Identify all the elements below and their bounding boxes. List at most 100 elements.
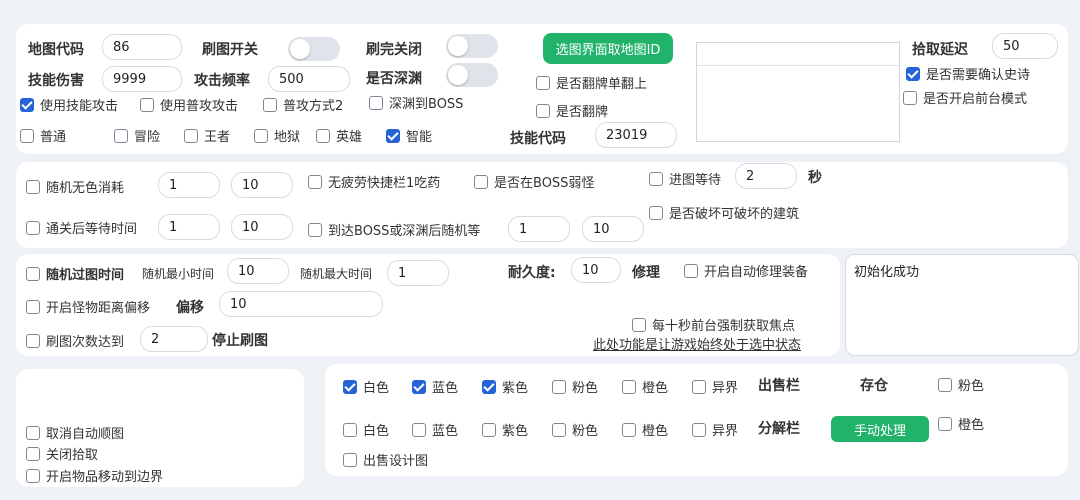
- difficulty-adventure-text: 冒险: [134, 130, 161, 145]
- use-skill-attack-checkbox[interactable]: 使用技能攻击: [20, 95, 118, 114]
- enter-wait-checkbox[interactable]: 进图等待: [649, 169, 721, 188]
- reach-boss-wait-max-input[interactable]: 10: [582, 216, 644, 242]
- close-pickup-checkbox[interactable]: 关闭拾取: [26, 444, 98, 463]
- dismantle-orange-checkbox[interactable]: 橙色: [622, 420, 668, 439]
- dismantle-pink-text: 粉色: [572, 424, 599, 439]
- auto-repair-checkbox[interactable]: 开启自动修理装备: [684, 261, 808, 280]
- close-after-toggle[interactable]: [446, 34, 498, 58]
- difficulty-king-checkbox[interactable]: 王者: [184, 126, 230, 145]
- boss-weak-checkbox[interactable]: 是否在BOSS弱怪: [474, 172, 594, 191]
- reach-boss-wait-min-input[interactable]: 1: [508, 216, 570, 242]
- clear-wait-min-input[interactable]: 1: [158, 214, 220, 240]
- random-pass-time-checkbox[interactable]: 随机过图时间: [26, 264, 124, 283]
- difficulty-hero-checkbox[interactable]: 英雄: [316, 126, 362, 145]
- attack-freq-input[interactable]: 500: [268, 66, 350, 92]
- sell-white-checkbox[interactable]: 白色: [343, 377, 389, 396]
- random-max-input[interactable]: 1: [387, 260, 449, 286]
- difficulty-adventure-checkbox[interactable]: 冒险: [114, 126, 160, 145]
- monster-offset-checkbox[interactable]: 开启怪物距离偏移: [26, 297, 150, 316]
- count-input[interactable]: 2: [140, 326, 208, 352]
- difficulty-normal-checkbox[interactable]: 普通: [20, 126, 66, 145]
- store-pink-text: 粉色: [958, 379, 985, 394]
- skill-code-input[interactable]: 23019: [595, 122, 677, 148]
- close-pickup-text: 关闭拾取: [46, 448, 99, 463]
- clear-wait-max-input[interactable]: 10: [231, 214, 293, 240]
- use-normal-attack-text: 使用普攻攻击: [160, 99, 239, 114]
- stop-label: 停止刷图: [212, 333, 268, 349]
- abyss-to-boss-text: 深渊到BOSS: [389, 97, 464, 112]
- random-no-color-max-input[interactable]: 10: [231, 172, 293, 198]
- cancel-auto-route-checkbox[interactable]: 取消自动顺图: [26, 423, 124, 442]
- brush-switch-label: 刷图开关: [202, 42, 258, 58]
- boss-weak-text: 是否在BOSS弱怪: [494, 176, 595, 191]
- confirm-epic-checkbox[interactable]: 是否需要确认史诗: [906, 64, 1030, 83]
- manual-process-button[interactable]: 手动处理: [831, 416, 929, 442]
- normal-attack-mode2-checkbox[interactable]: 普攻方式2: [263, 95, 343, 114]
- enter-wait-unit: 秒: [808, 170, 822, 186]
- skill-damage-label: 技能伤害: [28, 73, 84, 89]
- enter-wait-input[interactable]: 2: [735, 163, 797, 189]
- focus-every-10s-checkbox[interactable]: 每十秒前台强制获取焦点: [632, 315, 795, 334]
- close-after-label: 刷完关闭: [366, 42, 422, 58]
- attack-freq-label: 攻击频率: [194, 73, 250, 89]
- count-reached-checkbox[interactable]: 刷图次数达到: [26, 331, 124, 350]
- difficulty-smart-checkbox[interactable]: 智能: [386, 126, 432, 145]
- dismantle-blue-checkbox[interactable]: 蓝色: [412, 420, 458, 439]
- sell-purple-checkbox[interactable]: 紫色: [482, 377, 528, 396]
- flip-single-checkbox[interactable]: 是否翻牌单翻上: [536, 73, 647, 92]
- difficulty-hell-checkbox[interactable]: 地狱: [254, 126, 300, 145]
- move-items-edge-text: 开启物品移动到边界: [46, 470, 164, 485]
- deep-abyss-toggle[interactable]: [446, 63, 498, 87]
- random-min-input[interactable]: 10: [227, 258, 289, 284]
- dismantle-label: 分解栏: [758, 421, 800, 437]
- map-list-box[interactable]: [696, 42, 900, 142]
- dismantle-purple-checkbox[interactable]: 紫色: [482, 420, 528, 439]
- sell-pink-checkbox[interactable]: 粉色: [552, 377, 598, 396]
- flip-card-checkbox[interactable]: 是否翻牌: [536, 101, 608, 120]
- store-pink-checkbox[interactable]: 粉色: [938, 375, 984, 394]
- offset-input[interactable]: 10: [219, 291, 383, 317]
- confirm-epic-text: 是否需要确认史诗: [926, 68, 1031, 83]
- clear-wait-checkbox[interactable]: 通关后等待时间: [26, 218, 137, 237]
- offset-label: 偏移: [176, 300, 204, 316]
- sell-design-checkbox[interactable]: 出售设计图: [343, 450, 428, 469]
- pickup-delay-label: 拾取延迟: [912, 42, 968, 58]
- foreground-mode-checkbox[interactable]: 是否开启前台模式: [903, 88, 1027, 107]
- cancel-auto-route-text: 取消自动顺图: [46, 427, 125, 442]
- select-map-id-button[interactable]: 选图界面取地图ID: [543, 33, 673, 64]
- skill-damage-input[interactable]: 9999: [102, 66, 182, 92]
- log-text: 初始化成功: [854, 265, 920, 280]
- random-no-color-min-input[interactable]: 1: [158, 172, 220, 198]
- focus-note-link[interactable]: 此处功能是让游戏始终处于选中状态: [593, 334, 801, 353]
- sell-orange-checkbox[interactable]: 橙色: [622, 377, 668, 396]
- normal-attack-mode2-text: 普攻方式2: [283, 99, 344, 114]
- map-code-input[interactable]: 86: [102, 34, 182, 60]
- pickup-delay-input[interactable]: 50: [992, 33, 1058, 59]
- destroy-buildings-text: 是否破坏可破坏的建筑: [669, 207, 800, 222]
- sell-otherworld-text: 异界: [712, 381, 739, 396]
- sell-blue-checkbox[interactable]: 蓝色: [412, 377, 458, 396]
- random-max-label: 随机最大时间: [300, 267, 373, 281]
- dismantle-otherworld-checkbox[interactable]: 异界: [692, 420, 738, 439]
- store-orange-checkbox[interactable]: 橙色: [938, 414, 984, 433]
- destroy-buildings-checkbox[interactable]: 是否破坏可破坏的建筑: [649, 203, 799, 222]
- durability-input[interactable]: 10: [571, 257, 621, 283]
- auto-repair-text: 开启自动修理装备: [704, 265, 809, 280]
- reach-boss-wait-checkbox[interactable]: 到达BOSS或深渊后随机等: [308, 220, 480, 239]
- random-no-color-checkbox[interactable]: 随机无色消耗: [26, 177, 124, 196]
- brush-switch-toggle[interactable]: [288, 37, 340, 61]
- no-fatigue-potion-checkbox[interactable]: 无疲劳快捷栏1吃药: [308, 172, 440, 191]
- sell-purple-text: 紫色: [502, 381, 529, 396]
- sell-otherworld-checkbox[interactable]: 异界: [692, 377, 738, 396]
- use-normal-attack-checkbox[interactable]: 使用普攻攻击: [140, 95, 238, 114]
- map-code-label: 地图代码: [28, 42, 84, 58]
- map-list-header: [697, 43, 899, 66]
- dismantle-white-checkbox[interactable]: 白色: [343, 420, 389, 439]
- abyss-to-boss-checkbox[interactable]: 深渊到BOSS: [369, 93, 463, 112]
- difficulty-hero-text: 英雄: [336, 130, 363, 145]
- log-textbox[interactable]: 初始化成功: [845, 254, 1079, 356]
- difficulty-hell-text: 地狱: [274, 130, 301, 145]
- repair-label: 修理: [632, 265, 660, 281]
- dismantle-pink-checkbox[interactable]: 粉色: [552, 420, 598, 439]
- move-items-edge-checkbox[interactable]: 开启物品移动到边界: [26, 466, 163, 485]
